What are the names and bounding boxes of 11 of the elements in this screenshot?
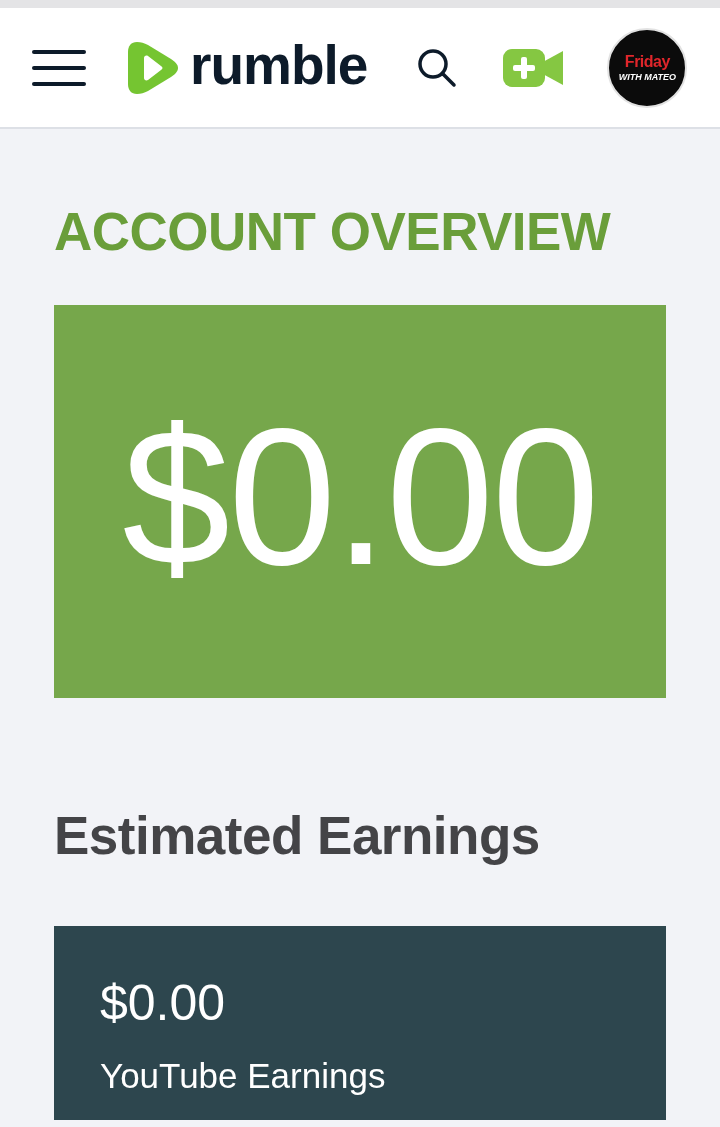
avatar-subtitle: WITH MATEO bbox=[618, 72, 677, 82]
earnings-amount: $0.00 bbox=[100, 978, 226, 1028]
rumble-logo[interactable]: rumble bbox=[127, 38, 368, 97]
earnings-label: YouTube Earnings bbox=[100, 1058, 386, 1093]
search-icon[interactable] bbox=[417, 47, 458, 88]
avatar-title: Friday bbox=[624, 53, 670, 70]
balance-amount: $0.00 bbox=[122, 399, 598, 604]
play-logo-icon bbox=[127, 39, 179, 96]
avatar-image[interactable]: Friday WITH MATEO bbox=[607, 27, 688, 108]
menu-icon[interactable] bbox=[32, 49, 86, 86]
page-title: ACCOUNT OVERVIEW bbox=[54, 205, 612, 258]
